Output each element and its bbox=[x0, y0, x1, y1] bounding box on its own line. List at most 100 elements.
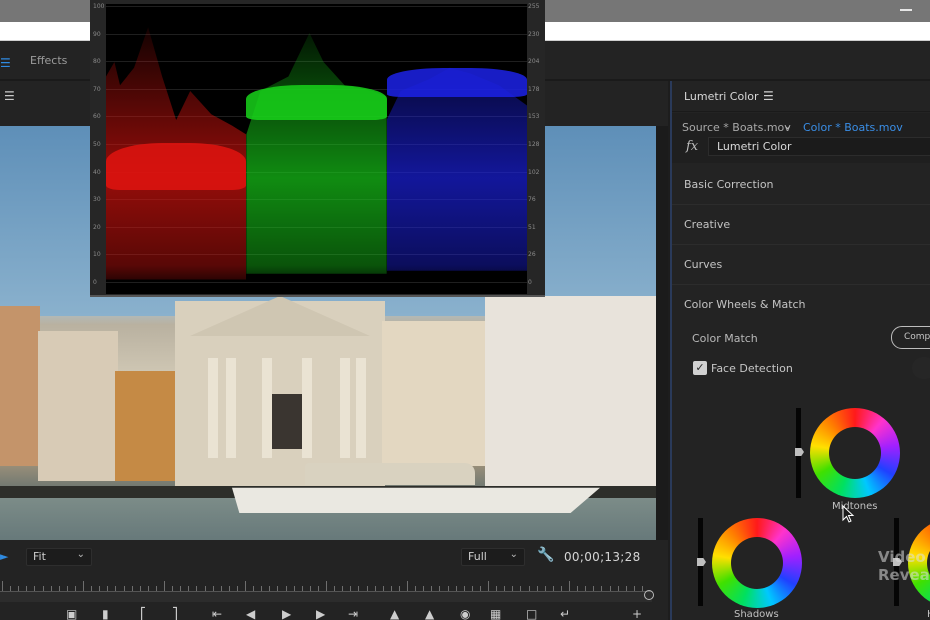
effect-name-field[interactable]: Lumetri Color bbox=[708, 137, 930, 156]
section-label: Curves bbox=[684, 258, 723, 271]
step-back-icon[interactable]: ◀ bbox=[246, 608, 255, 620]
ruler-tick bbox=[609, 586, 611, 591]
right-axis-tick: 128 bbox=[528, 141, 540, 148]
section-label: Creative bbox=[684, 218, 731, 231]
right-axis-tick: 230 bbox=[528, 30, 540, 38]
ruler-tick bbox=[577, 586, 579, 591]
time-ruler[interactable] bbox=[0, 578, 652, 592]
midtones-color-wheel[interactable] bbox=[810, 408, 900, 498]
ruler-tick bbox=[139, 586, 141, 591]
sequence-clip-label[interactable]: Color * Boats.mov bbox=[803, 121, 903, 134]
source-clip-label[interactable]: Source * Boats.mov bbox=[682, 121, 791, 134]
step-forward-icon[interactable]: ▶ bbox=[316, 608, 325, 620]
go-to-in-icon[interactable]: ⇤ bbox=[212, 608, 222, 620]
section-creative[interactable]: Creative bbox=[672, 205, 930, 245]
wheel-center[interactable] bbox=[731, 537, 783, 589]
ruler-tick bbox=[390, 586, 392, 591]
slider-thumb[interactable] bbox=[795, 448, 804, 456]
boat-cabin bbox=[305, 463, 475, 485]
parade-channel-blue bbox=[386, 67, 527, 271]
comparison-view-button[interactable]: Compa bbox=[891, 326, 930, 349]
extract-icon[interactable]: ▲ bbox=[425, 608, 434, 620]
section-curves[interactable]: Curves bbox=[672, 245, 930, 285]
ruler-tick bbox=[317, 586, 319, 591]
overwrite-icon[interactable]: ↵ bbox=[560, 608, 570, 620]
section-label: Basic Correction bbox=[684, 178, 774, 191]
panel-title[interactable]: Lumetri Color bbox=[684, 90, 759, 103]
column bbox=[302, 358, 312, 458]
left-axis-tick: 40 bbox=[93, 168, 101, 176]
hamburger-menu-icon[interactable]: ☰ bbox=[0, 56, 11, 70]
wrench-icon[interactable]: 🔧 bbox=[537, 547, 554, 563]
insert-icon[interactable]: ▦ bbox=[490, 608, 501, 620]
left-axis-tick: 100 bbox=[93, 3, 105, 10]
section-basic-correction[interactable]: Basic Correction bbox=[672, 165, 930, 205]
monitor-panel-menu-icon[interactable]: ☰ bbox=[4, 89, 15, 103]
palazzo-right bbox=[485, 296, 656, 486]
ruler-tick bbox=[423, 586, 425, 591]
safe-margins-icon[interactable]: ▣ bbox=[66, 608, 77, 620]
ruler-tick bbox=[625, 586, 627, 591]
ruler-tick bbox=[488, 581, 489, 591]
ruler-tick bbox=[196, 586, 198, 591]
ruler-tick bbox=[560, 586, 562, 591]
ruler-tick bbox=[58, 586, 60, 591]
section-color-wheels-match[interactable]: Color Wheels & Match bbox=[672, 285, 930, 325]
shadows-label: Shadows bbox=[734, 609, 779, 620]
building-left bbox=[0, 306, 40, 466]
shadows-brightness-slider[interactable] bbox=[697, 518, 706, 606]
slider-thumb[interactable] bbox=[697, 558, 706, 566]
ruler-tick bbox=[172, 586, 174, 591]
ruler-tick bbox=[293, 586, 295, 591]
ruler-tick bbox=[107, 586, 109, 591]
right-axis-tick: 26 bbox=[528, 251, 536, 259]
scope-plot-area bbox=[106, 4, 527, 294]
ruler-tick bbox=[91, 586, 93, 591]
zoom-level-select[interactable]: Fit ⌄ bbox=[26, 548, 92, 566]
midtones-brightness-slider[interactable] bbox=[795, 408, 804, 498]
lumetri-color-panel: Lumetri Color ☰ Source * Boats.mov ⌄ Col… bbox=[670, 81, 930, 620]
mark-in-icon[interactable]: ⎡ bbox=[140, 608, 146, 620]
scrub-track[interactable] bbox=[0, 592, 652, 602]
clip-selector-row: Source * Boats.mov ⌄ Color * Boats.mov f… bbox=[672, 113, 930, 163]
face-detection-checkbox[interactable]: ✓ bbox=[693, 361, 707, 375]
fx-icon[interactable]: fx bbox=[686, 139, 698, 154]
go-to-out-icon[interactable]: ⇥ bbox=[348, 608, 358, 620]
ruler-tick bbox=[593, 586, 595, 591]
play-icon[interactable]: ▶ bbox=[282, 608, 291, 620]
watermark-line1: Video bbox=[878, 548, 926, 566]
left-axis-tick: 70 bbox=[93, 85, 101, 93]
add-button-icon[interactable]: + bbox=[632, 608, 642, 620]
lift-icon[interactable]: ▲ bbox=[390, 608, 399, 620]
apply-match-button[interactable] bbox=[912, 357, 930, 379]
right-axis-tick: 76 bbox=[528, 196, 536, 204]
ruler-tick bbox=[439, 586, 441, 591]
ruler-tick bbox=[277, 586, 279, 591]
playhead-end-handle[interactable] bbox=[644, 590, 654, 600]
comparison-view-icon[interactable]: □ bbox=[526, 608, 537, 620]
ruler-tick bbox=[285, 586, 287, 591]
mouse-cursor-icon bbox=[842, 505, 855, 523]
add-marker-icon[interactable]: ▮ bbox=[102, 608, 109, 620]
minimize-button[interactable] bbox=[900, 9, 912, 11]
wheel-center[interactable] bbox=[829, 427, 881, 479]
ruler-tick bbox=[188, 586, 190, 591]
zoom-level-indicator[interactable]: ► bbox=[0, 550, 8, 563]
timecode-display[interactable]: 00;00;13;28 bbox=[564, 550, 641, 564]
ruler-tick bbox=[204, 586, 206, 591]
scope-gridline bbox=[106, 6, 527, 7]
scope-gridline bbox=[106, 282, 527, 283]
panel-menu-icon[interactable]: ☰ bbox=[763, 89, 774, 103]
ruler-tick bbox=[26, 586, 28, 591]
chevron-down-icon[interactable]: ⌄ bbox=[783, 119, 792, 132]
ruler-tick bbox=[358, 586, 360, 591]
tab-effects[interactable]: Effects bbox=[30, 54, 67, 67]
shadows-color-wheel[interactable] bbox=[712, 518, 802, 608]
scope-gridline bbox=[106, 33, 527, 35]
resolution-select[interactable]: Full ⌄ bbox=[461, 548, 525, 566]
ruler-tick bbox=[228, 586, 230, 591]
parade-band-green bbox=[246, 85, 387, 120]
parade-channel-green bbox=[246, 33, 387, 274]
mark-out-icon[interactable]: ⎤ bbox=[172, 608, 178, 620]
camera-icon[interactable]: ◉ bbox=[460, 608, 470, 620]
